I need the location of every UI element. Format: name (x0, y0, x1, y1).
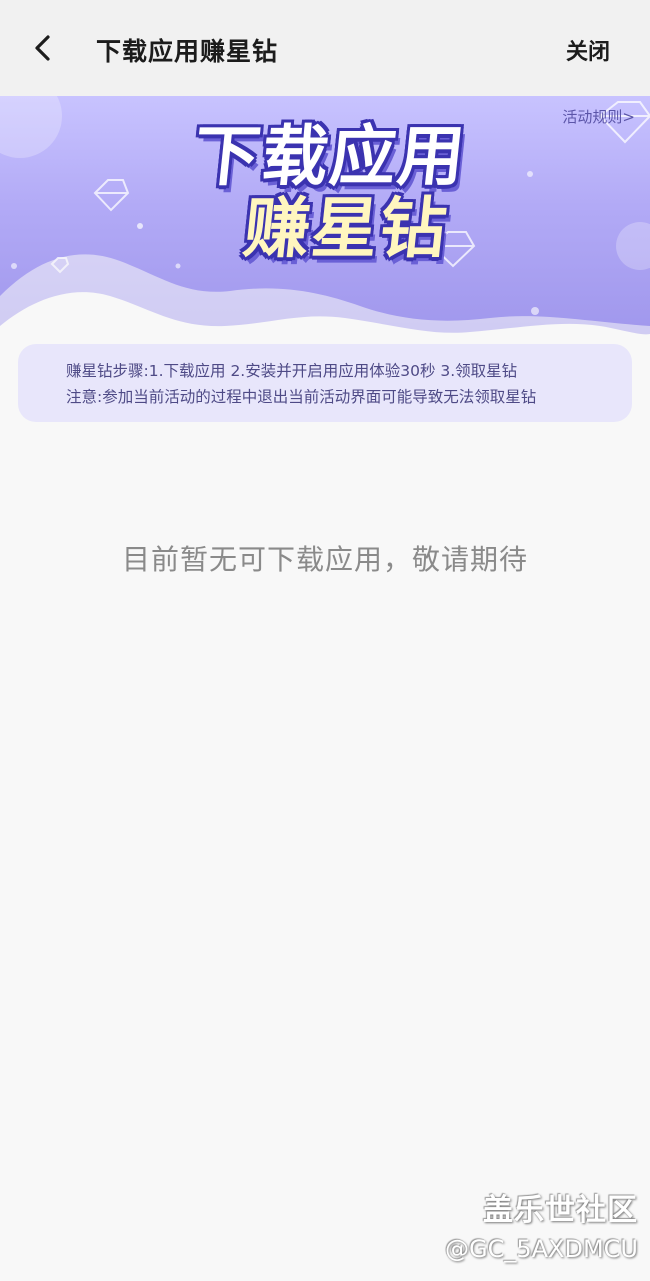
watermark-site: 盖乐世社区 (483, 1193, 638, 1228)
instructions-card: 赚星钻步骤:1.下载应用 2.安装并开启用应用体验30秒 3.领取星钻 注意:参… (18, 344, 632, 422)
banner-headline-line2: 赚星钻 (240, 190, 453, 267)
activity-rules-link[interactable]: 活动规则> (562, 106, 635, 127)
watermark: 盖乐世社区 @GC_5AXDMCU (445, 1185, 638, 1263)
watermark-user: @GC_5AXDMCU (445, 1235, 638, 1263)
banner-headline: 下载应用 赚星钻 (180, 118, 480, 267)
close-button[interactable]: 关闭 (566, 34, 610, 66)
banner-headline-line1: 下载应用 (190, 118, 471, 195)
notice-text: 注意:参加当前活动的过程中退出当前活动界面可能导致无法领取星钻 (66, 388, 537, 406)
back-button[interactable] (22, 26, 66, 70)
empty-state-message: 目前暂无可下载应用，敬请期待 (121, 543, 528, 576)
promo-banner: 活动规则> 下载应用 赚星钻 (0, 96, 650, 341)
chevron-left-icon (35, 35, 50, 61)
top-bar: 下载应用赚星钻 关闭 (0, 0, 650, 96)
page-title: 下载应用赚星钻 (96, 37, 279, 66)
steps-text: 赚星钻步骤:1.下载应用 2.安装并开启用应用体验30秒 3.领取星钻 (66, 362, 518, 380)
